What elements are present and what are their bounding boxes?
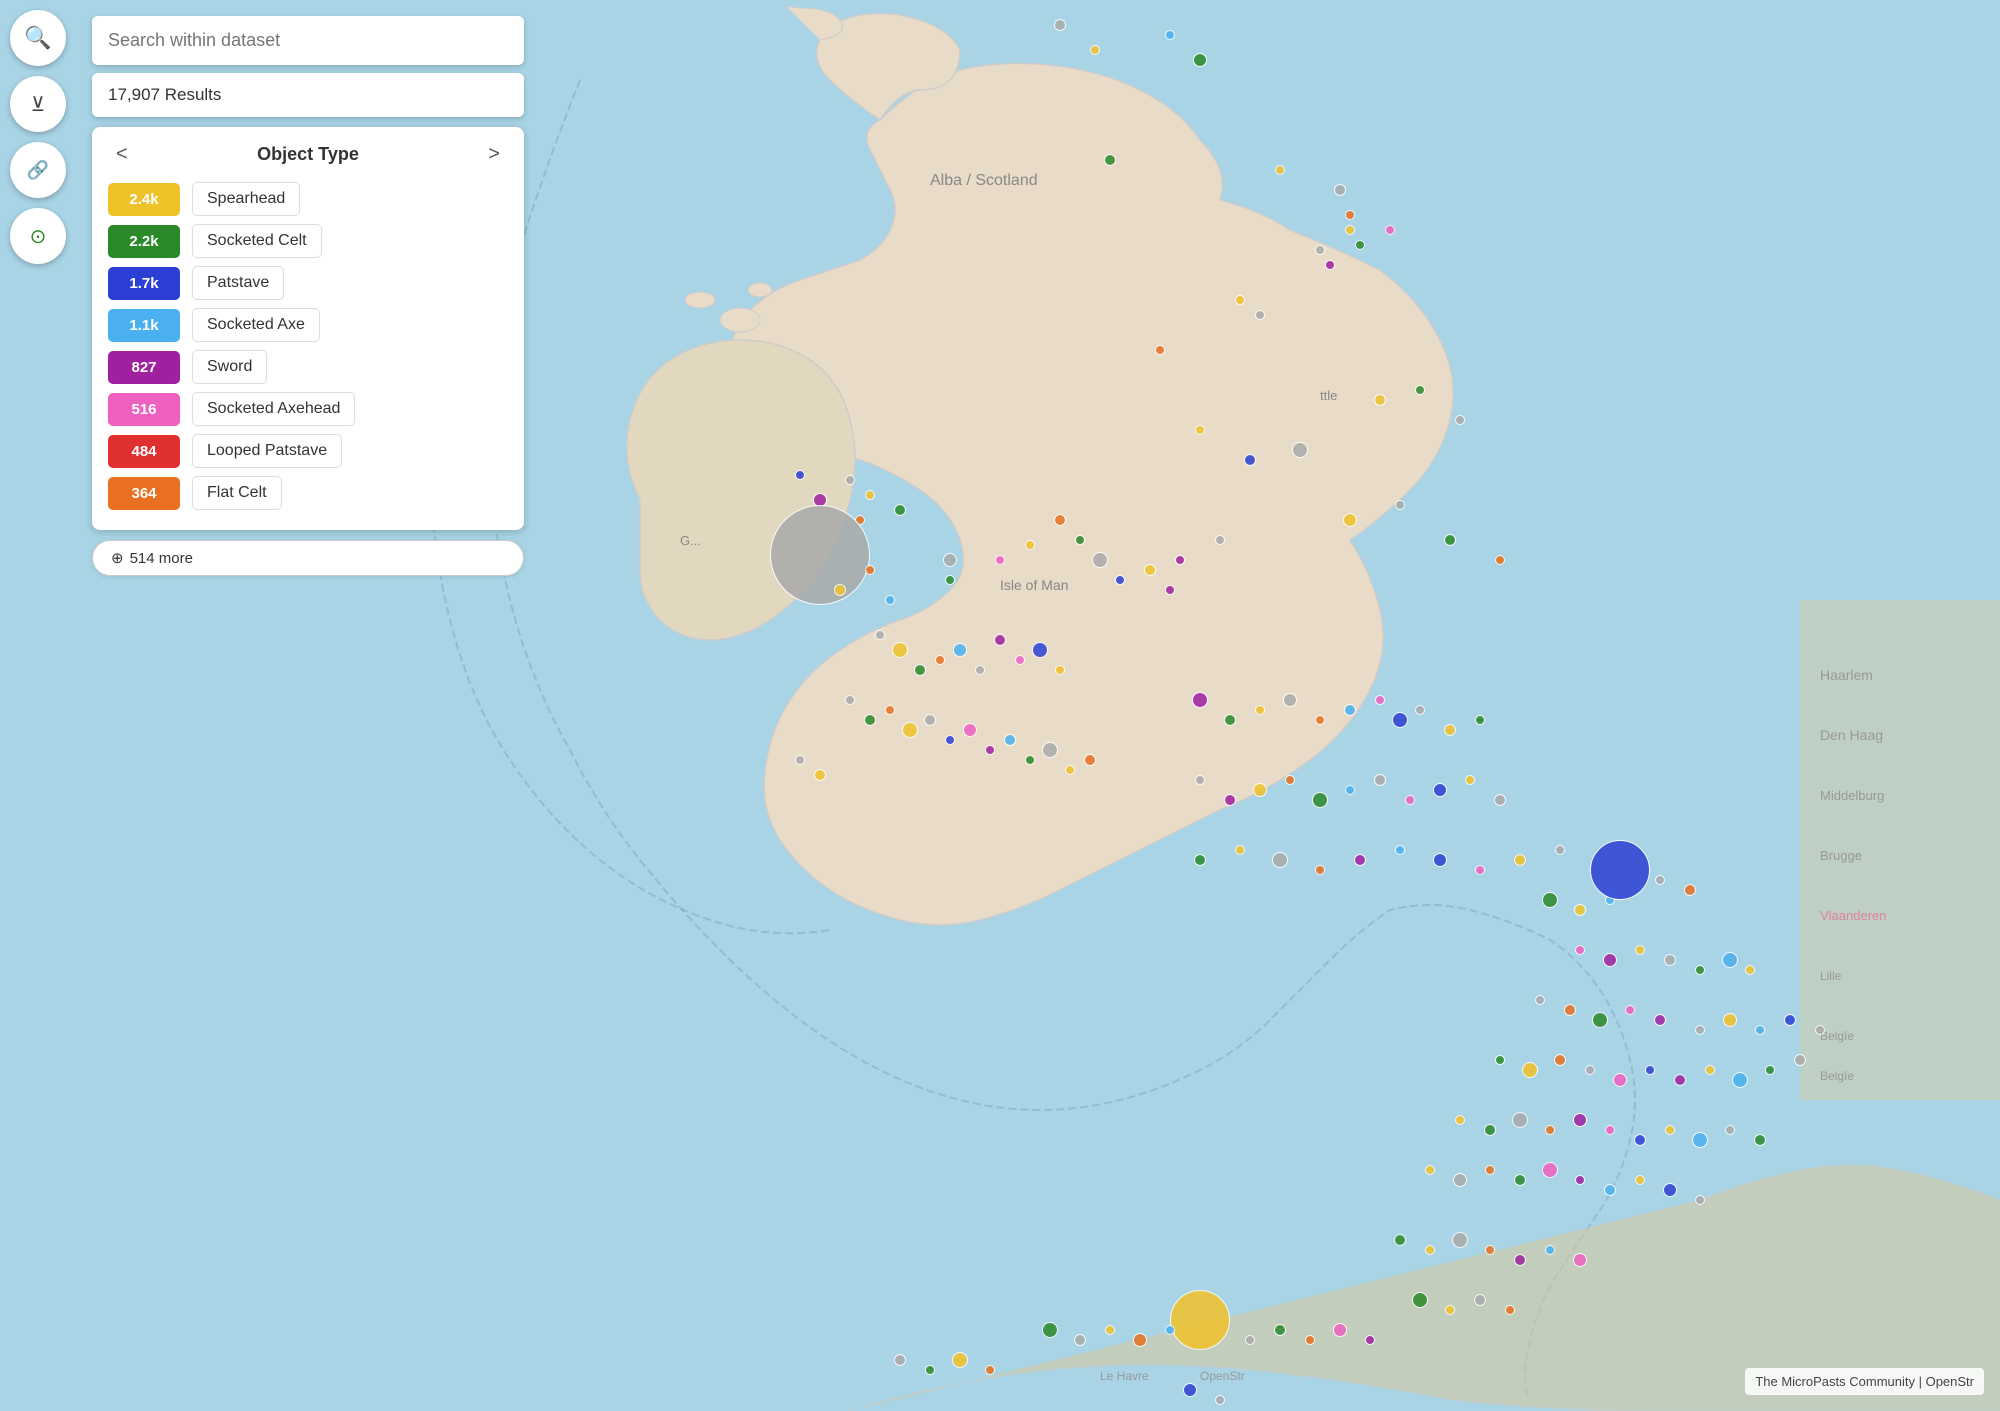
- filter-badge: 1.1k: [108, 309, 180, 342]
- more-button[interactable]: ⊕ 514 more: [92, 540, 524, 576]
- search-container: [92, 16, 524, 65]
- filter-label: Socketed Celt: [192, 224, 322, 258]
- search-input[interactable]: [108, 30, 508, 51]
- attribution: The MicroPasts Community | OpenStr: [1745, 1368, 1984, 1395]
- filter-item[interactable]: 1.7k Patstave: [108, 266, 508, 300]
- results-text: 17,907 Results: [108, 85, 221, 104]
- filter-label: Looped Patstave: [192, 434, 342, 468]
- svg-text:Isle of Man: Isle of Man: [1000, 577, 1068, 593]
- filter-label: Spearhead: [192, 182, 300, 216]
- filter-label: Patstave: [192, 266, 284, 300]
- filter-item[interactable]: 516 Socketed Axehead: [108, 392, 508, 426]
- search-button[interactable]: 🔍: [10, 10, 66, 66]
- attribution-text: The MicroPasts Community | OpenStr: [1755, 1374, 1974, 1389]
- filter-badge: 827: [108, 351, 180, 384]
- svg-text:Middelburg: Middelburg: [1820, 788, 1884, 803]
- filter-title: Object Type: [257, 144, 359, 165]
- filter-icon: ⊻: [31, 92, 46, 117]
- filter-badge: 364: [108, 477, 180, 510]
- svg-text:Vlaanderen: Vlaanderen: [1820, 908, 1887, 923]
- filter-button[interactable]: ⊻: [10, 76, 66, 132]
- link-icon: 🔗: [27, 160, 49, 181]
- filter-item[interactable]: 2.4k Spearhead: [108, 182, 508, 216]
- filter-label: Flat Celt: [192, 476, 282, 510]
- filter-badge: 1.7k: [108, 267, 180, 300]
- filter-item[interactable]: 2.2k Socketed Celt: [108, 224, 508, 258]
- svg-text:ttle: ttle: [1320, 388, 1337, 403]
- filter-badge: 2.2k: [108, 225, 180, 258]
- svg-text:Den Haag: Den Haag: [1820, 727, 1883, 743]
- svg-text:Brugge: Brugge: [1820, 848, 1862, 863]
- filter-item[interactable]: 827 Sword: [108, 350, 508, 384]
- plus-icon: ⊕: [111, 549, 124, 567]
- svg-text:G...: G...: [680, 533, 701, 548]
- link-button[interactable]: 🔗: [10, 142, 66, 198]
- results-count: 17,907 Results: [92, 73, 524, 117]
- filter-badge: 484: [108, 435, 180, 468]
- svg-text:Le Havre: Le Havre: [1100, 1369, 1149, 1383]
- filter-label: Socketed Axehead: [192, 392, 355, 426]
- svg-text:Haarlem: Haarlem: [1820, 667, 1873, 683]
- filter-badge: 516: [108, 393, 180, 426]
- svg-text:Belgïe: Belgïe: [1820, 1069, 1854, 1083]
- filter-badge: 2.4k: [108, 183, 180, 216]
- filter-label: Socketed Axe: [192, 308, 320, 342]
- svg-text:Alba / Scotland: Alba / Scotland: [930, 172, 1038, 189]
- search-icon: 🔍: [24, 25, 51, 51]
- locate-icon: ⊙: [30, 224, 47, 249]
- filter-header: < Object Type >: [108, 139, 508, 170]
- filter-label: Sword: [192, 350, 267, 384]
- filter-prev-button[interactable]: <: [108, 139, 136, 170]
- locate-button[interactable]: ⊙: [10, 208, 66, 264]
- svg-text:OpenStr: OpenStr: [1200, 1369, 1245, 1383]
- svg-text:Belgïe: Belgïe: [1820, 1029, 1854, 1043]
- filter-panel: < Object Type > 2.4k Spearhead 2.2k Sockete…: [92, 127, 524, 530]
- filter-item[interactable]: 484 Looped Patstave: [108, 434, 508, 468]
- filter-next-button[interactable]: >: [480, 139, 508, 170]
- filter-item[interactable]: 364 Flat Celt: [108, 476, 508, 510]
- filter-items-list: 2.4k Spearhead 2.2k Socketed Celt 1.7k Patsta…: [108, 182, 508, 510]
- filter-item[interactable]: 1.1k Socketed Axe: [108, 308, 508, 342]
- svg-text:Lille: Lille: [1820, 969, 1842, 983]
- more-label: 514 more: [130, 550, 193, 567]
